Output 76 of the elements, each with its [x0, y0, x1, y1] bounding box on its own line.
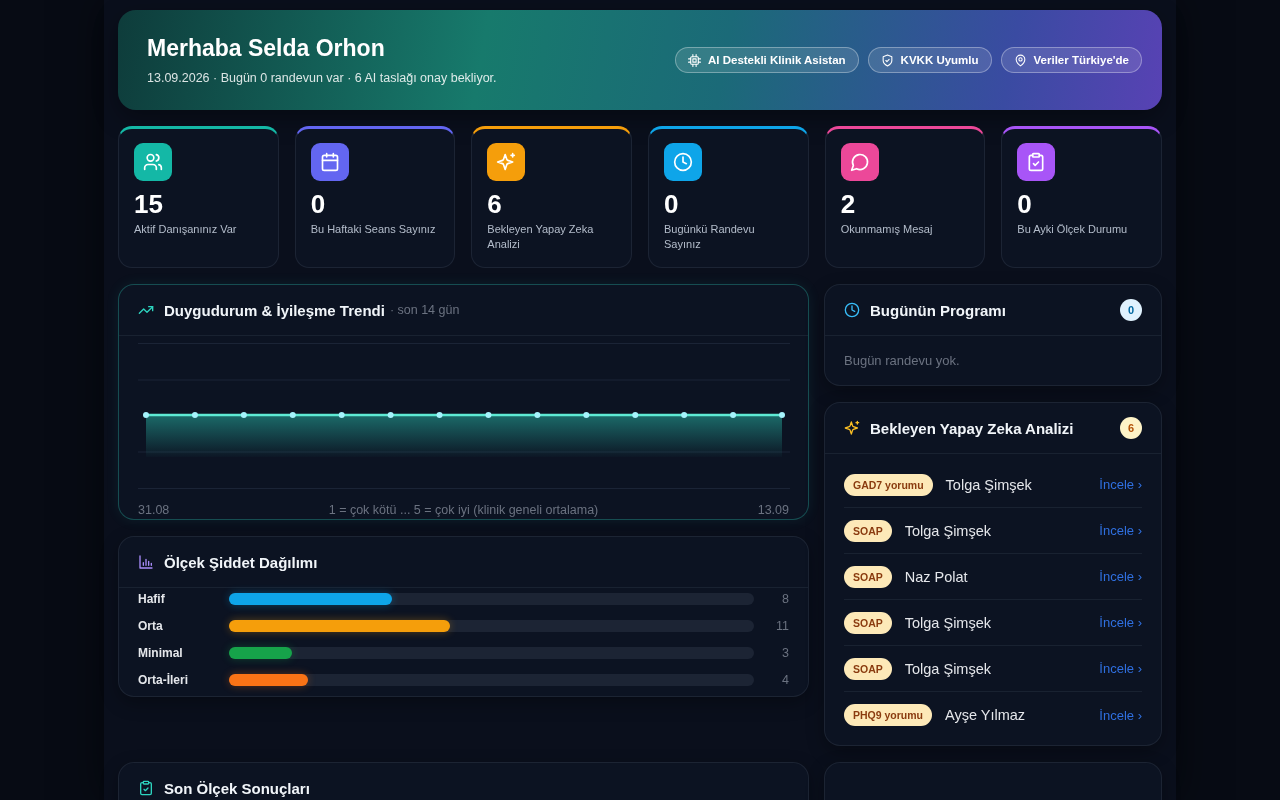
chip-icon — [688, 53, 701, 67]
stat-label: Bugünkü Randevu Sayınız — [664, 222, 756, 252]
shield-check-icon — [880, 53, 894, 67]
chart-point — [240, 412, 247, 418]
stat-label: Bu Haftaki Seans Sayınız — [310, 222, 437, 237]
badge-label: Veriler Türkiye'de — [1033, 54, 1129, 66]
client-name: Naz Polat — [904, 568, 968, 585]
severity-count: 3 — [781, 646, 789, 660]
empty-message: Bugün randevu yok. — [843, 352, 961, 370]
analysis-tag: SOAP — [844, 611, 892, 634]
map-pin-icon — [1013, 53, 1027, 67]
badge-label: AI Destekli Klinik Asistan — [708, 54, 846, 66]
stat-value: 0 — [1017, 190, 1033, 218]
axis-label: 31.08 — [138, 502, 170, 519]
chart-point — [338, 412, 345, 418]
chart-point — [632, 412, 639, 418]
chart-point — [485, 412, 492, 418]
chart-point — [534, 412, 541, 418]
analysis-tag: SOAP — [844, 519, 892, 542]
greeting-subtitle: 13.09.2026 · Bugün 0 randevun var · 6 AI taslağı onay bekliyor. — [147, 70, 497, 87]
review-link[interactable]: İncele › — [1099, 477, 1142, 492]
review-link[interactable]: İncele › — [1099, 615, 1142, 630]
chart-point — [730, 412, 737, 418]
count-badge: 0 — [1120, 299, 1142, 321]
stat-label: Bekleyen Yapay Zeka Analizi — [487, 222, 595, 252]
chart-point — [387, 412, 394, 418]
severity-label: Orta-İleri — [138, 673, 189, 687]
card-title: Duygudurum & İyileşme Trendi — [164, 301, 385, 319]
analysis-tag: PHQ9 yorumu — [844, 704, 932, 726]
card-title: Ölçek Şiddet Dağılımı — [164, 553, 318, 571]
severity-label: Hafif — [138, 592, 166, 606]
axis-label: 13.09 — [757, 502, 789, 519]
severity-count: 8 — [781, 592, 789, 606]
review-link[interactable]: İncele › — [1099, 661, 1142, 676]
client-name: Ayşe Yılmaz — [945, 707, 1026, 723]
card-title: Bekleyen Yapay Zeka Analizi — [870, 419, 1074, 437]
stat-value: 15 — [134, 190, 164, 218]
severity-count: 11 — [775, 619, 789, 633]
stat-value: 0 — [664, 190, 680, 218]
client-name: Tolga Şimşek — [904, 660, 991, 677]
stat-value: 2 — [840, 190, 857, 218]
chart-point — [191, 412, 198, 418]
chart-point — [289, 412, 296, 418]
review-link[interactable]: İncele › — [1099, 523, 1142, 538]
stat-label: Okunmamış Mesaj — [840, 222, 934, 237]
client-name: Tolga Şimşek — [904, 522, 991, 539]
analysis-tag: SOAP — [844, 565, 892, 588]
chart-point — [681, 412, 688, 418]
analysis-tag: SOAP — [844, 657, 892, 680]
chart-point — [436, 412, 443, 418]
severity-label: Minimal — [138, 646, 184, 660]
analysis-tag: GAD7 yorumu — [844, 473, 933, 496]
client-name: Tolga Şimşek — [904, 614, 991, 631]
review-link[interactable]: İncele › — [1099, 707, 1142, 723]
chart-caption: 1 = çok kötü ... 5 = çok iyi (klinik geneli ortalama) — [328, 502, 599, 519]
clock-icon — [844, 302, 860, 318]
stat-value: 0 — [310, 190, 327, 218]
card-title: Son Ölçek Sonuçları — [164, 779, 310, 797]
severity-label: Orta — [138, 619, 164, 633]
client-name: Tolga Şimşek — [945, 476, 1032, 493]
stat-value: 6 — [487, 190, 503, 218]
chart-point — [779, 412, 785, 418]
chart-point — [583, 412, 590, 418]
stat-label: Aktif Danışanınız Var — [134, 222, 238, 237]
sparkle-icon — [844, 420, 860, 436]
severity-count: 4 — [781, 673, 789, 687]
greeting-title: Merhaba Selda Orhon — [147, 34, 386, 63]
count-badge: 6 — [1120, 417, 1142, 439]
card-subtitle: · son 14 gün — [389, 303, 460, 317]
chart-point — [143, 412, 149, 418]
review-link[interactable]: İncele › — [1099, 569, 1142, 584]
bar-chart-icon — [138, 554, 154, 570]
clipboard-check-icon — [138, 780, 154, 796]
card-title: Bugünün Programı — [870, 301, 1006, 319]
stat-label: Bu Ayki Ölçek Durumu — [1017, 222, 1129, 237]
badge-label: KVKK Uyumlu — [900, 54, 979, 66]
